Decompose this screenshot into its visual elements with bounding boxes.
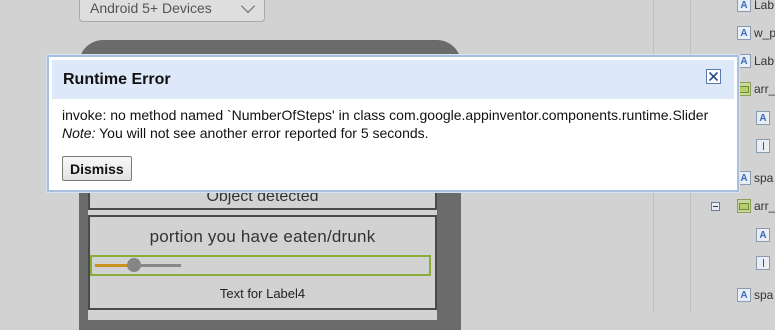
tree-item-label: w_p xyxy=(754,26,775,40)
tree-item[interactable]: A w_p xyxy=(737,25,775,41)
slider-component[interactable] xyxy=(90,255,431,276)
collapse-icon[interactable] xyxy=(711,202,720,211)
dismiss-button[interactable]: Dismiss xyxy=(62,156,132,181)
portion-label: portion you have eaten/drunk xyxy=(149,227,376,246)
tree-item[interactable] xyxy=(756,138,773,154)
tree-item[interactable]: A spa xyxy=(737,287,773,303)
close-icon xyxy=(708,71,719,82)
label-icon: A xyxy=(756,228,770,242)
note-prefix: Note: xyxy=(62,125,96,141)
label4: Text for Label4 xyxy=(219,286,306,301)
tree-item[interactable]: A Lab xyxy=(737,0,774,13)
tree-item-label: Lab xyxy=(754,0,775,12)
tree-item-label: spa xyxy=(754,288,774,302)
tree-item[interactable]: A Lab xyxy=(737,53,774,69)
tree-item[interactable]: A xyxy=(756,110,773,126)
tree-item-label: arr_ xyxy=(754,82,775,96)
device-select-label: Android 5+ Devices xyxy=(90,0,212,16)
tree-item-label: spa xyxy=(754,171,774,185)
tree-item[interactable] xyxy=(756,255,773,271)
slider-icon xyxy=(756,139,770,153)
dialog-message-block: invoke: no method named `NumberOfSteps' … xyxy=(62,106,708,142)
label-icon: A xyxy=(756,111,770,125)
tree-item[interactable]: A spa xyxy=(737,170,773,186)
tree-item[interactable]: arr_ xyxy=(737,198,775,214)
dialog-title: Runtime Error xyxy=(52,60,734,99)
label-icon: A xyxy=(737,26,751,40)
slider-icon xyxy=(756,256,770,270)
device-select[interactable]: Android 5+ Devices xyxy=(79,0,265,22)
slider-thumb[interactable] xyxy=(126,258,141,272)
tree-item-label: Lab xyxy=(754,54,775,68)
tree-item-label: arr_ xyxy=(754,199,775,213)
label-icon: A xyxy=(737,171,751,185)
close-button[interactable] xyxy=(706,69,721,84)
runtime-error-dialog: Runtime Error invoke: no method named `N… xyxy=(47,55,739,192)
error-note: Note: You will not see another error rep… xyxy=(62,124,708,142)
error-message: invoke: no method named `NumberOfSteps' … xyxy=(62,107,709,123)
chevron-down-icon xyxy=(240,0,256,13)
label-icon: A xyxy=(737,288,751,302)
arrangement-box-2[interactable]: portion you have eaten/drunk Text for La… xyxy=(88,215,437,310)
tree-item[interactable]: arr_ xyxy=(737,81,775,97)
label-icon: A xyxy=(737,0,751,12)
tree-item[interactable]: A xyxy=(756,227,773,243)
note-text: You will not see another error reported … xyxy=(95,125,429,141)
arrangement-icon xyxy=(737,199,751,213)
label-icon: A xyxy=(737,54,751,68)
arrangement-icon xyxy=(737,82,751,96)
